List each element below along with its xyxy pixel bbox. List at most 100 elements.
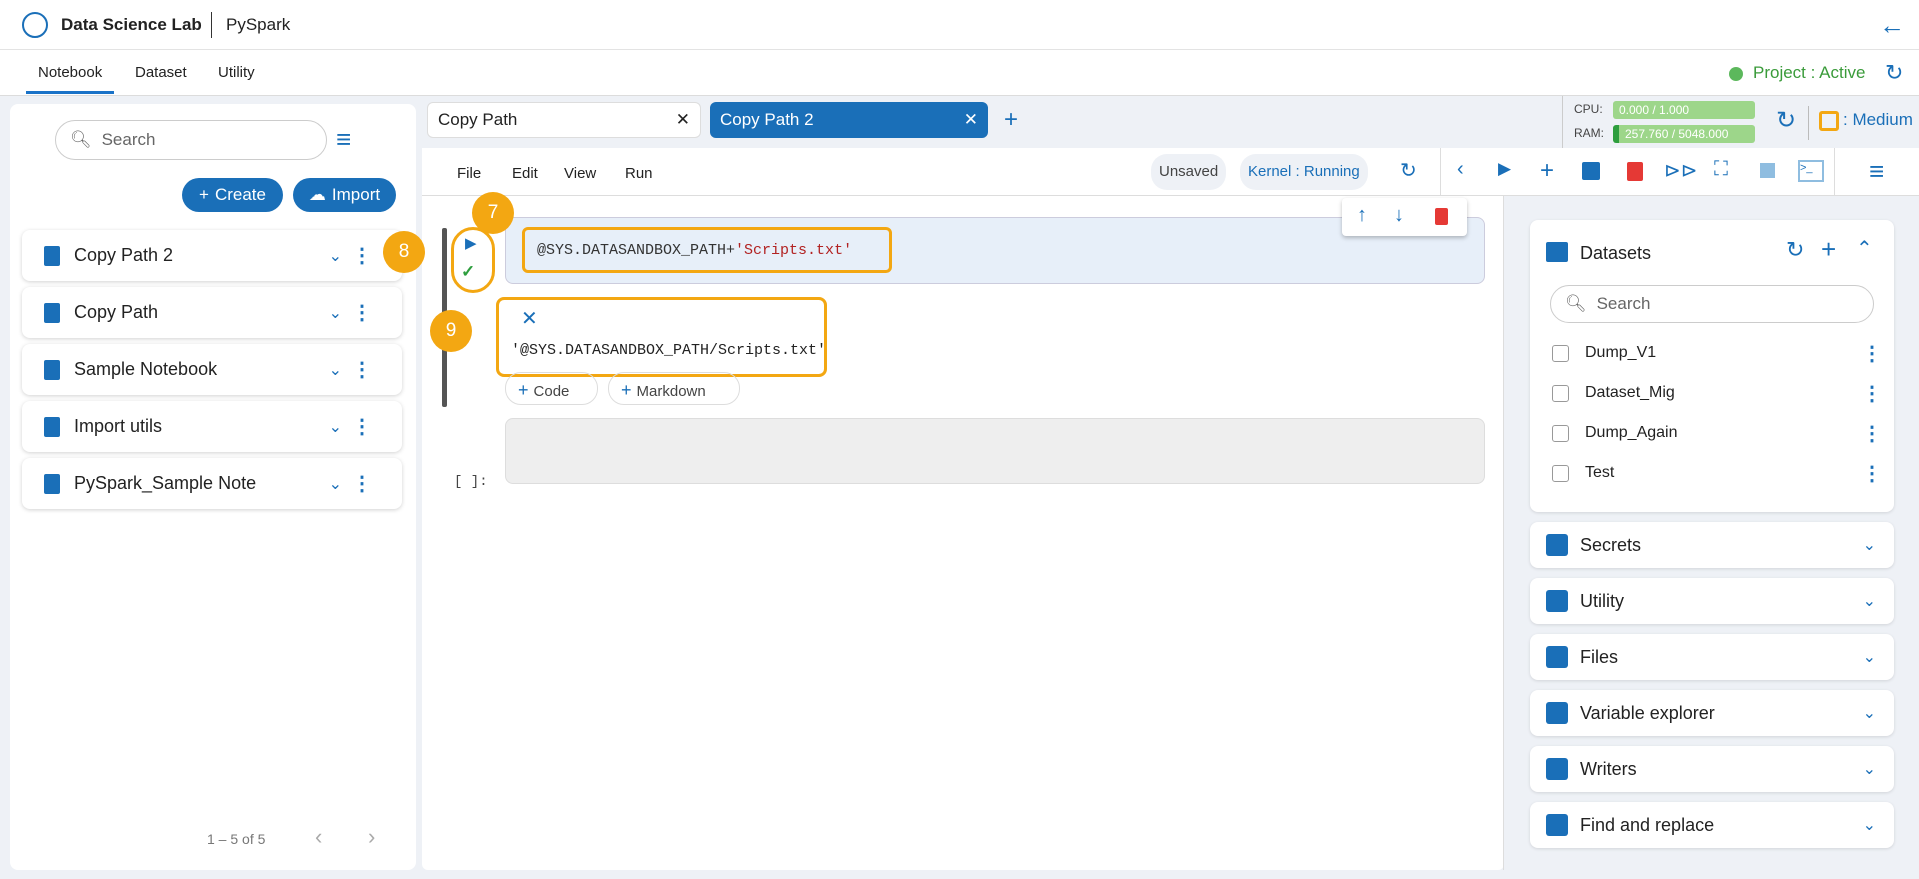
- cpu-chip-icon: [1819, 111, 1839, 131]
- cell-prompt: [ ]:: [454, 474, 488, 490]
- delete-cell-icon[interactable]: [1435, 208, 1448, 225]
- hamburger-menu-icon[interactable]: ≡: [1869, 156, 1884, 187]
- add-dataset-icon[interactable]: +: [1821, 234, 1836, 265]
- terminal-icon[interactable]: >_: [1798, 160, 1824, 182]
- chevron-up-icon[interactable]: ⌃: [1856, 236, 1873, 261]
- collapse-left-icon[interactable]: ‹: [1457, 158, 1464, 181]
- back-arrow-icon[interactable]: ←: [1879, 10, 1905, 41]
- right-panel: Datasets ↻ + ⌃ 🔍︎ Search Dump_V1 ⋮ Dataset…: [1514, 200, 1904, 870]
- notebook-icon: [44, 473, 60, 494]
- editor-tab-copy-path-2[interactable]: Copy Path 2 ✕: [710, 102, 988, 138]
- add-markdown-cell-button[interactable]: + Markdown: [608, 372, 740, 405]
- chevron-down-icon: ⌄: [328, 361, 342, 379]
- cloud-download-icon: ☁: [308, 185, 326, 204]
- menu-icon[interactable]: ≡: [336, 124, 351, 155]
- notebook-item[interactable]: Copy Path 2 ⌄ ⋮: [22, 230, 402, 281]
- fullscreen-icon[interactable]: ⛶: [1714, 158, 1728, 181]
- cell-output: ✕ '@SYS.DATASANDBOX_PATH/Scripts.txt': [496, 297, 827, 377]
- refresh-resources-icon[interactable]: ↻: [1776, 106, 1796, 135]
- run-icon[interactable]: ▶: [1498, 159, 1511, 179]
- notebook-icon: [44, 416, 60, 437]
- section-variable-explorer[interactable]: Variable explorer ⌄: [1530, 690, 1894, 736]
- checkbox: [1552, 464, 1569, 482]
- run-all-icon[interactable]: ⊳⊳: [1664, 158, 1698, 183]
- lock-icon: [1546, 534, 1568, 556]
- search-icon: 🔍︎: [1565, 294, 1587, 313]
- dataset-item[interactable]: Dataset_Mig ⋮: [1552, 383, 1882, 405]
- add-cell-icon[interactable]: +: [1540, 157, 1554, 185]
- dataset-item[interactable]: Test ⋮: [1552, 463, 1882, 485]
- more-icon: ⋮: [352, 416, 372, 438]
- section-writers[interactable]: Writers ⌄: [1530, 746, 1894, 792]
- chevron-down-icon: ⌄: [1862, 817, 1876, 834]
- dataset-item[interactable]: Dump_V1 ⋮: [1552, 343, 1882, 365]
- dataset-search-input[interactable]: 🔍︎ Search: [1550, 285, 1874, 323]
- notebook-item[interactable]: PySpark_Sample Note ⌄ ⋮: [22, 458, 402, 509]
- app-title: Data Science Lab: [61, 15, 202, 34]
- notebook-item[interactable]: Import utils ⌄ ⋮: [22, 401, 402, 452]
- main-nav: Notebook Dataset Utility Project : Activ…: [0, 50, 1919, 96]
- folder-icon: [1546, 758, 1568, 780]
- notebook-search-input[interactable]: 🔍︎ Search: [55, 120, 327, 160]
- empty-code-cell[interactable]: [505, 418, 1485, 484]
- step-badge-9: 9: [430, 310, 472, 352]
- cpu-usage-bar: 0.000 / 1.000: [1613, 101, 1755, 119]
- chevron-down-icon: ⌄: [328, 418, 342, 436]
- editor-tab-copy-path[interactable]: Copy Path ✕: [427, 102, 701, 138]
- chevron-down-icon: ⌄: [1862, 537, 1876, 554]
- dataset-item[interactable]: Dump_Again ⋮: [1552, 423, 1882, 445]
- chevron-down-icon: ⌄: [1862, 761, 1876, 778]
- section-files[interactable]: Files ⌄: [1530, 634, 1894, 680]
- checkbox: [1552, 424, 1569, 442]
- add-code-cell-button[interactable]: + Code: [505, 372, 598, 405]
- menu-run[interactable]: Run: [625, 165, 653, 182]
- python-icon: [1546, 590, 1568, 612]
- checkbox: [1552, 384, 1569, 402]
- notebook-icon: [44, 302, 60, 323]
- save-status-badge: Unsaved: [1151, 154, 1227, 190]
- more-icon: ⋮: [352, 245, 372, 267]
- move-down-icon[interactable]: ↓: [1394, 204, 1404, 227]
- tab-notebook[interactable]: Notebook: [26, 64, 115, 94]
- menu-view[interactable]: View: [564, 165, 596, 182]
- search-icon: 🔍︎: [70, 130, 92, 149]
- tab-utility[interactable]: Utility: [218, 64, 255, 81]
- notebook-item[interactable]: Sample Notebook ⌄ ⋮: [22, 344, 402, 395]
- section-secrets[interactable]: Secrets ⌄: [1530, 522, 1894, 568]
- refresh-datasets-icon[interactable]: ↻: [1786, 237, 1804, 263]
- section-utility[interactable]: Utility ⌄: [1530, 578, 1894, 624]
- chevron-down-icon: ⌄: [328, 247, 342, 265]
- restart-kernel-icon[interactable]: ↻: [1400, 158, 1417, 183]
- tab-dataset[interactable]: Dataset: [135, 64, 187, 81]
- add-tab-button[interactable]: +: [1004, 106, 1018, 134]
- menu-edit[interactable]: Edit: [512, 165, 538, 182]
- save-icon[interactable]: [1582, 162, 1600, 180]
- editor-toolbar: File Edit View Run Unsaved Kernel : Runn…: [422, 148, 1919, 196]
- import-button[interactable]: ☁ Import: [293, 178, 396, 212]
- chevron-down-icon: ⌄: [1862, 593, 1876, 610]
- refresh-icon[interactable]: ↻: [1885, 60, 1903, 86]
- datasets-icon: [1546, 242, 1568, 262]
- next-page-button[interactable]: ›: [368, 824, 375, 850]
- section-find-replace[interactable]: Find and replace ⌄: [1530, 802, 1894, 848]
- more-icon: ⋮: [1862, 382, 1882, 405]
- app-header: Data Science Lab PySpark ←: [0, 0, 1919, 50]
- checkbox: [1552, 344, 1569, 362]
- ram-usage-bar: 257.760 / 5048.000: [1613, 125, 1755, 143]
- notebook-item[interactable]: Copy Path ⌄ ⋮: [22, 287, 402, 338]
- notebook-editor: File Edit View Run Unsaved Kernel : Runn…: [383, 148, 1919, 870]
- pagination-label: 1 – 5 of 5: [207, 831, 266, 847]
- create-button[interactable]: + Create: [182, 178, 283, 212]
- app-subtitle: PySpark: [226, 15, 291, 34]
- move-up-icon[interactable]: ↑: [1357, 204, 1367, 227]
- chevron-down-icon: ⌄: [328, 304, 342, 322]
- menu-file[interactable]: File: [457, 165, 481, 182]
- run-cell-button[interactable]: ▶: [465, 234, 477, 252]
- clear-output-icon[interactable]: ✕: [521, 306, 538, 331]
- stop-icon[interactable]: [1760, 163, 1775, 178]
- code-input[interactable]: @SYS.DATASANDBOX_PATH+'Scripts.txt': [522, 227, 892, 273]
- delete-icon[interactable]: [1627, 162, 1643, 181]
- code-cell[interactable]: @SYS.DATASANDBOX_PATH+'Scripts.txt': [505, 217, 1485, 284]
- prev-page-button[interactable]: ‹: [315, 824, 322, 850]
- datasets-card: Datasets ↻ + ⌃ 🔍︎ Search Dump_V1 ⋮ Dataset…: [1530, 220, 1894, 512]
